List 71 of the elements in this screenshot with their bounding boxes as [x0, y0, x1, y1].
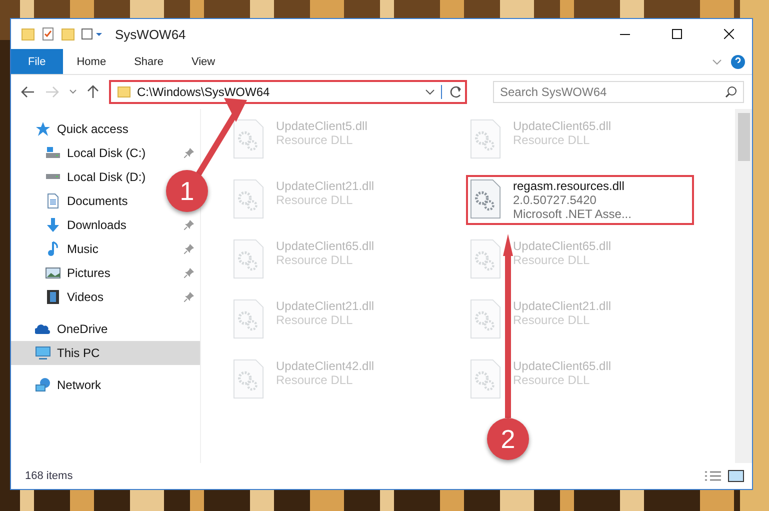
file-name: UpdateClient65.dll	[513, 239, 612, 253]
pin-icon[interactable]	[184, 244, 194, 254]
file-name: UpdateClient42.dll	[276, 359, 374, 373]
music-note-icon	[45, 241, 61, 257]
file-item[interactable]: regasm.resources.dll 2.0.50727.5420 Microsoft .NET Asse...	[466, 175, 694, 225]
nav-item[interactable]: Local Disk (C:)	[67, 146, 146, 160]
down-arrow-icon	[45, 217, 61, 233]
nav-item[interactable]: Local Disk (D:)	[67, 170, 146, 184]
dll-file-icon	[233, 119, 264, 159]
item-count: 168 items	[25, 470, 74, 482]
drive-icon	[45, 174, 61, 180]
ribbon-tab[interactable]: Home	[62, 49, 120, 74]
details-view-icon[interactable]	[704, 470, 722, 482]
folder-icon	[117, 86, 131, 98]
pin-icon[interactable]	[184, 268, 194, 278]
nav-item[interactable]: OneDrive	[57, 322, 108, 336]
up-icon[interactable]	[87, 85, 99, 99]
nav-item[interactable]: Quick access	[57, 122, 128, 136]
file-name: UpdateClient65.dll	[513, 119, 612, 133]
drive-icon	[45, 147, 61, 159]
computer-icon	[35, 345, 51, 361]
file-name: regasm.resources.dll	[513, 179, 626, 193]
dll-file-icon	[233, 299, 264, 339]
nav-item[interactable]: Pictures	[67, 266, 110, 280]
pin-icon[interactable]	[184, 292, 194, 302]
file-name: UpdateClient5.dll	[276, 119, 368, 133]
file-description: 2.0.50727.5420	[513, 193, 598, 207]
dll-file-icon	[233, 359, 264, 399]
dll-file-icon	[470, 239, 501, 279]
nav-item[interactable]: Downloads	[67, 218, 126, 232]
scrollbar[interactable]	[735, 109, 752, 463]
dll-file-icon	[470, 119, 501, 159]
dll-file-icon	[470, 179, 501, 219]
film-icon	[45, 289, 61, 305]
file-name: UpdateClient65.dll	[276, 239, 374, 253]
maximize-icon	[672, 29, 682, 39]
refresh-icon[interactable]	[441, 85, 461, 99]
ribbon-tab[interactable]: View	[177, 49, 230, 74]
file-name: UpdateClient65.dll	[513, 359, 612, 373]
dll-file-icon	[233, 239, 264, 279]
dropdown-caret-icon[interactable]	[425, 89, 435, 95]
file-menu-tab[interactable]: File	[11, 49, 63, 74]
nav-item[interactable]: Documents	[67, 194, 128, 208]
window-title: SysWOW64	[115, 26, 187, 42]
back-icon[interactable]	[21, 86, 35, 98]
search-field[interactable]: Search SysWOW64	[493, 81, 744, 103]
pin-icon[interactable]	[184, 148, 194, 158]
new-folder-icon[interactable]	[61, 27, 75, 41]
network-icon	[35, 377, 51, 393]
large-icons-view-icon[interactable]	[728, 470, 744, 482]
pictures-icon	[45, 265, 61, 281]
pin-icon[interactable]	[184, 220, 194, 230]
address-field[interactable]: C:\Windows\SysWOW64	[109, 80, 467, 104]
dll-file-icon	[233, 179, 264, 219]
nav-item[interactable]: Network	[57, 378, 102, 392]
close-icon	[724, 29, 734, 39]
search-icon	[725, 86, 737, 98]
dll-file-icon	[470, 299, 501, 339]
ribbon-tab[interactable]: Share	[120, 49, 178, 74]
folder-icon	[21, 27, 35, 41]
file-name: UpdateClient21.dll	[276, 299, 374, 313]
nav-item[interactable]: Music	[67, 242, 98, 256]
nav-item[interactable]: Videos	[67, 290, 104, 304]
star-icon	[35, 121, 51, 137]
recent-caret-icon[interactable]	[69, 89, 77, 95]
file-description: Microsoft .NET Asse...	[513, 207, 632, 221]
dll-file-icon	[470, 359, 501, 399]
file-name: UpdateClient21.dll	[513, 299, 612, 313]
document-icon	[45, 193, 61, 209]
nav-item[interactable]: This PC	[11, 341, 200, 365]
file-name: UpdateClient21.dll	[276, 179, 374, 193]
